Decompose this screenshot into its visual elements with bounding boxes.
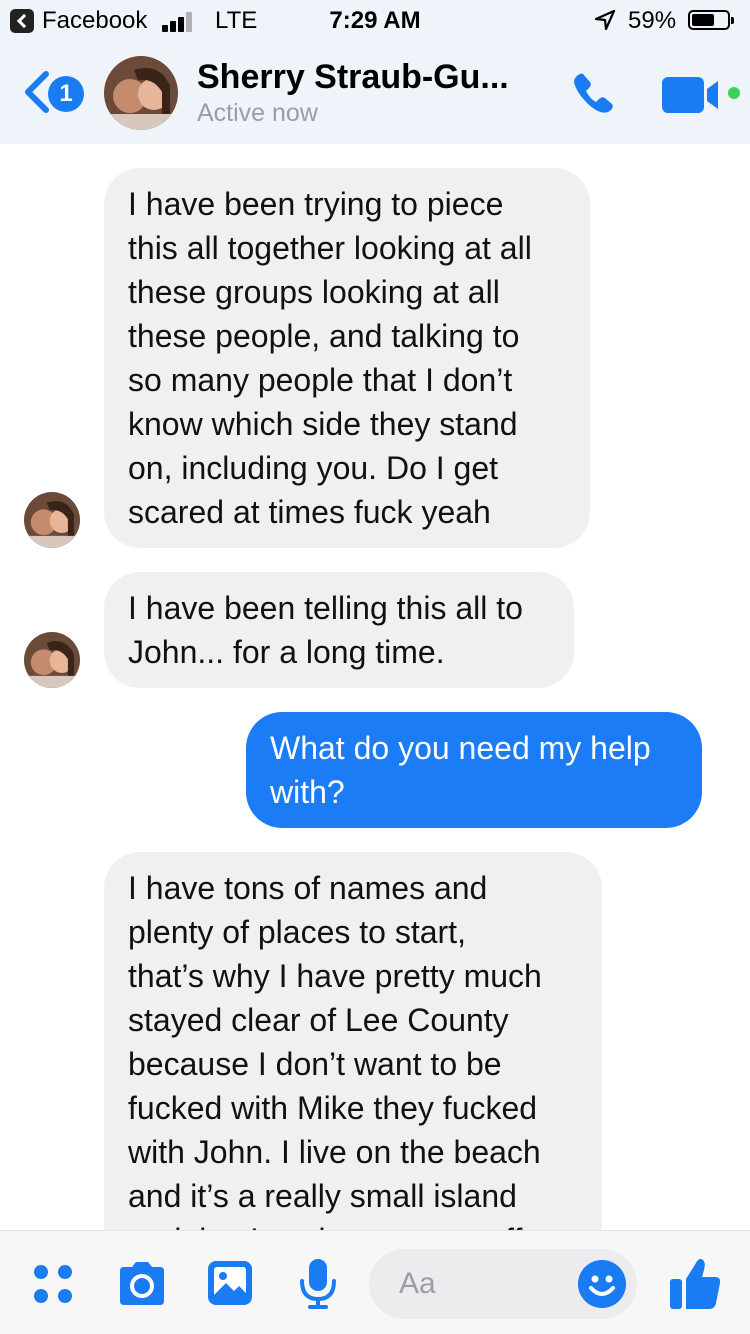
unread-badge[interactable]: 1	[48, 76, 84, 112]
conversation-header: 1 Sherry Straub-Gu... Active now	[0, 42, 750, 144]
microphone-icon[interactable]	[298, 1257, 338, 1311]
status-bar: Facebook LTE 7:29 AM 59%	[0, 0, 750, 42]
battery-percent: 59%	[628, 7, 677, 34]
avatar[interactable]	[24, 492, 80, 548]
video-camera-icon[interactable]	[662, 75, 726, 115]
four-dots-icon[interactable]	[32, 1263, 76, 1307]
active-status: Active now	[197, 99, 318, 127]
avatar[interactable]	[24, 632, 80, 688]
contact-name[interactable]: Sherry Straub-Gu...	[197, 58, 509, 97]
smiley-icon[interactable]	[578, 1260, 626, 1308]
avatar[interactable]	[104, 56, 178, 130]
battery-icon	[688, 10, 734, 30]
composer-bar: Aa	[0, 1230, 750, 1334]
message-bubble[interactable]: I have been telling this all to John... …	[104, 572, 574, 688]
message-text: I have been trying to piece this all tog…	[128, 186, 532, 530]
message-input-placeholder: Aa	[399, 1267, 436, 1300]
message-text: I have been telling this all to John... …	[128, 590, 523, 670]
location-arrow-icon	[594, 9, 616, 31]
camera-icon[interactable]	[116, 1261, 168, 1307]
message-text: What do you need my help with?	[270, 730, 651, 810]
message-text: I have tons of names and plenty of place…	[128, 870, 542, 1230]
phone-icon[interactable]	[570, 68, 618, 116]
message-bubble[interactable]: I have tons of names and plenty of place…	[104, 852, 602, 1230]
image-icon[interactable]	[206, 1259, 254, 1307]
active-dot	[728, 87, 740, 99]
message-bubble[interactable]: I have been trying to piece this all tog…	[104, 168, 590, 548]
thumbs-up-icon[interactable]	[668, 1255, 722, 1311]
message-bubble-outgoing[interactable]: What do you need my help with?	[246, 712, 702, 828]
message-list[interactable]: I have been trying to piece this all tog…	[0, 144, 750, 1230]
